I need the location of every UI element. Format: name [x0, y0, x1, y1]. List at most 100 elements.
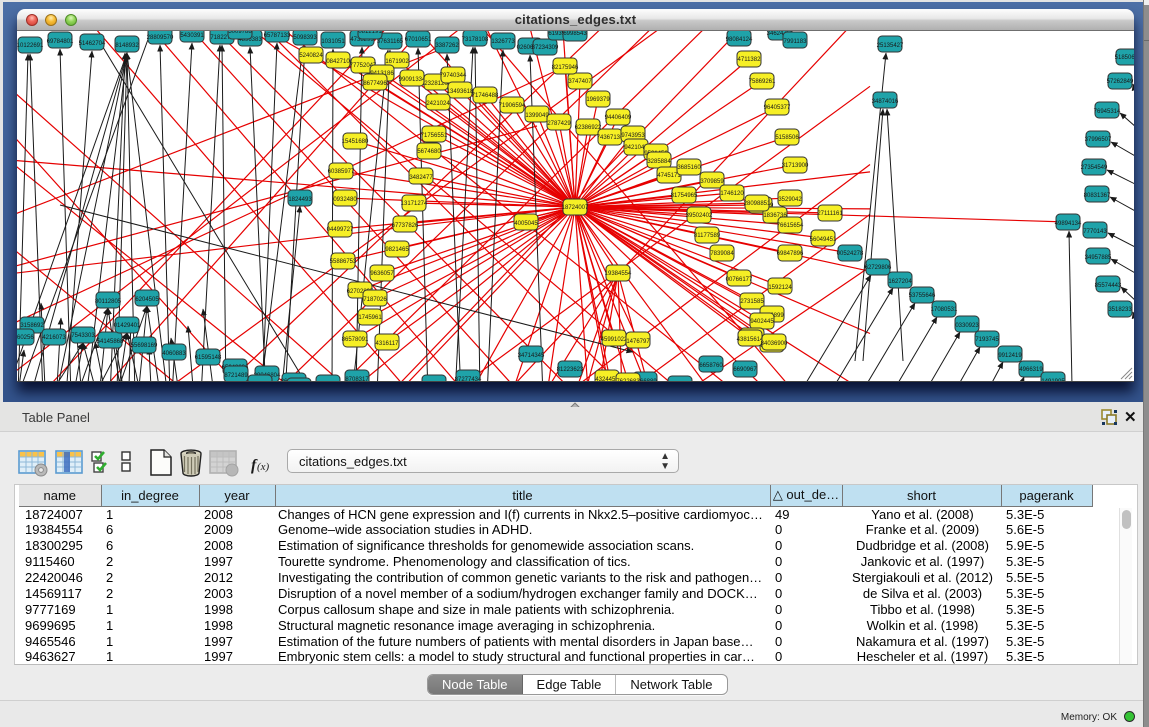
svg-text:2260256: 2260256: [17, 335, 34, 341]
svg-text:34957885: 34957885: [1085, 255, 1112, 261]
svg-text:57262849: 57262849: [1107, 79, 1134, 85]
svg-text:4060883: 4060883: [162, 351, 186, 357]
svg-text:96405377: 96405377: [764, 105, 791, 111]
svg-text:3709859: 3709859: [700, 179, 724, 185]
svg-text:00766177: 00766177: [726, 277, 753, 283]
svg-text:4316117: 4316117: [376, 341, 400, 347]
svg-text:1745961: 1745961: [358, 315, 382, 321]
svg-text:27111161: 27111161: [817, 211, 843, 217]
svg-text:62729806: 62729806: [865, 265, 892, 271]
svg-text:98084124: 98084124: [726, 37, 753, 43]
svg-text:7543303: 7543303: [71, 333, 95, 339]
svg-text:5674680: 5674680: [417, 149, 441, 155]
svg-text:1969379: 1969379: [586, 97, 610, 103]
svg-text:54145868: 54145868: [97, 339, 124, 345]
svg-text:6690967: 6690967: [733, 367, 757, 373]
svg-text:86578091: 86578091: [342, 337, 369, 343]
svg-text:80831367: 80831367: [1084, 193, 1111, 199]
svg-text:56049451: 56049451: [810, 237, 837, 243]
svg-text:6998543: 6998543: [563, 31, 587, 37]
svg-text:7991183: 7991183: [784, 39, 808, 45]
svg-text:4005045: 4005045: [514, 221, 538, 227]
svg-text:1592124: 1592124: [768, 285, 792, 291]
svg-text:67737826: 67737826: [392, 223, 419, 229]
svg-text:9821465: 9821465: [385, 247, 409, 253]
svg-text:51462704: 51462704: [79, 41, 106, 47]
svg-text:79740344: 79740344: [440, 73, 467, 79]
svg-text:81754965: 81754965: [671, 193, 698, 199]
svg-text:0330923: 0330923: [955, 323, 979, 329]
svg-text:6658760: 6658760: [699, 363, 723, 369]
svg-text:1671902: 1671902: [385, 59, 409, 65]
svg-text:28809570: 28809570: [147, 35, 174, 41]
svg-text:75869261: 75869261: [749, 79, 776, 85]
svg-text:55886753: 55886753: [330, 259, 357, 265]
svg-text:69847896: 69847896: [777, 251, 804, 257]
svg-text:81223623: 81223623: [557, 367, 584, 373]
svg-text:5240824: 5240824: [299, 53, 323, 59]
svg-text:34714345: 34714345: [518, 353, 545, 359]
svg-text:4966319: 4966319: [1019, 367, 1043, 373]
svg-text:6204505: 6204505: [135, 297, 159, 303]
svg-text:13171274: 13171274: [401, 201, 428, 207]
svg-text:60385977: 60385977: [328, 169, 355, 175]
svg-text:0932480: 0932480: [333, 197, 357, 203]
svg-text:28098851: 28098851: [744, 201, 771, 207]
svg-text:13433200: 13433200: [247, 381, 274, 382]
svg-text:9402445: 9402445: [750, 319, 774, 325]
svg-text:37631165: 37631165: [377, 39, 404, 45]
svg-text:5009788: 5009788: [228, 31, 252, 35]
svg-text:1627204: 1627204: [888, 279, 912, 285]
svg-text:37996507: 37996507: [1085, 137, 1112, 143]
svg-text:8708317: 8708317: [345, 377, 369, 382]
svg-text:3158692: 3158692: [20, 323, 44, 329]
svg-text:1399049: 1399049: [525, 113, 549, 119]
svg-text:74367136: 74367136: [597, 135, 624, 141]
svg-text:01429401: 01429401: [114, 323, 141, 329]
svg-text:19384554: 19384554: [605, 271, 632, 277]
svg-text:8677496: 8677496: [363, 81, 387, 87]
svg-text:5158506: 5158506: [775, 135, 799, 141]
svg-text:3285884: 3285884: [647, 159, 671, 165]
svg-text:87234309: 87234309: [532, 45, 559, 51]
svg-text:(x): (x): [257, 461, 270, 473]
svg-text:45991022: 45991022: [601, 337, 628, 343]
svg-text:71746488: 71746488: [472, 93, 499, 99]
svg-text:53755646: 53755646: [909, 293, 936, 299]
svg-text:82175946: 82175946: [552, 65, 579, 71]
svg-text:4216073: 4216073: [42, 335, 66, 341]
svg-text:10122691: 10122691: [17, 43, 44, 49]
svg-text:81177589: 81177589: [694, 233, 721, 239]
svg-text:62386922: 62386922: [575, 125, 602, 131]
svg-text:2787429: 2787429: [547, 121, 571, 127]
svg-text:1746120: 1746120: [720, 191, 744, 197]
svg-text:2731585: 2731585: [740, 299, 764, 305]
svg-text:5430391: 5430391: [180, 33, 204, 39]
svg-text:94406409: 94406409: [605, 115, 632, 121]
svg-text:17080531: 17080531: [931, 307, 958, 313]
svg-text:71756551: 71756551: [421, 133, 448, 139]
svg-text:7770143: 7770143: [1083, 229, 1107, 235]
svg-text:9743953: 9743953: [621, 133, 645, 139]
svg-text:4711382: 4711382: [738, 57, 762, 63]
svg-text:1031051: 1031051: [321, 39, 345, 45]
svg-text:80112805: 80112805: [95, 299, 122, 305]
svg-text:9636057: 9636057: [370, 271, 394, 277]
svg-text:7193745: 7193745: [975, 337, 999, 343]
svg-text:3529042: 3529042: [778, 197, 802, 203]
svg-text:2421024: 2421024: [426, 101, 450, 107]
svg-text:84036900: 84036900: [761, 341, 788, 347]
svg-text:34874016: 34874016: [872, 99, 899, 105]
svg-text:8148932: 8148932: [115, 43, 139, 49]
svg-text:55698169: 55698169: [131, 343, 158, 349]
svg-text:76615654: 76615654: [777, 223, 804, 229]
svg-text:5098393: 5098393: [293, 35, 317, 41]
svg-text:00524278: 00524278: [837, 251, 864, 257]
svg-text:51850671: 51850671: [1115, 55, 1134, 61]
svg-text:65787133: 65787133: [264, 33, 291, 39]
svg-text:31713900: 31713900: [782, 163, 809, 169]
svg-text:1824493: 1824493: [288, 197, 312, 203]
svg-text:76320163: 76320163: [315, 381, 342, 382]
svg-text:3685160: 3685160: [677, 165, 701, 171]
svg-text:8721489: 8721489: [224, 373, 248, 379]
